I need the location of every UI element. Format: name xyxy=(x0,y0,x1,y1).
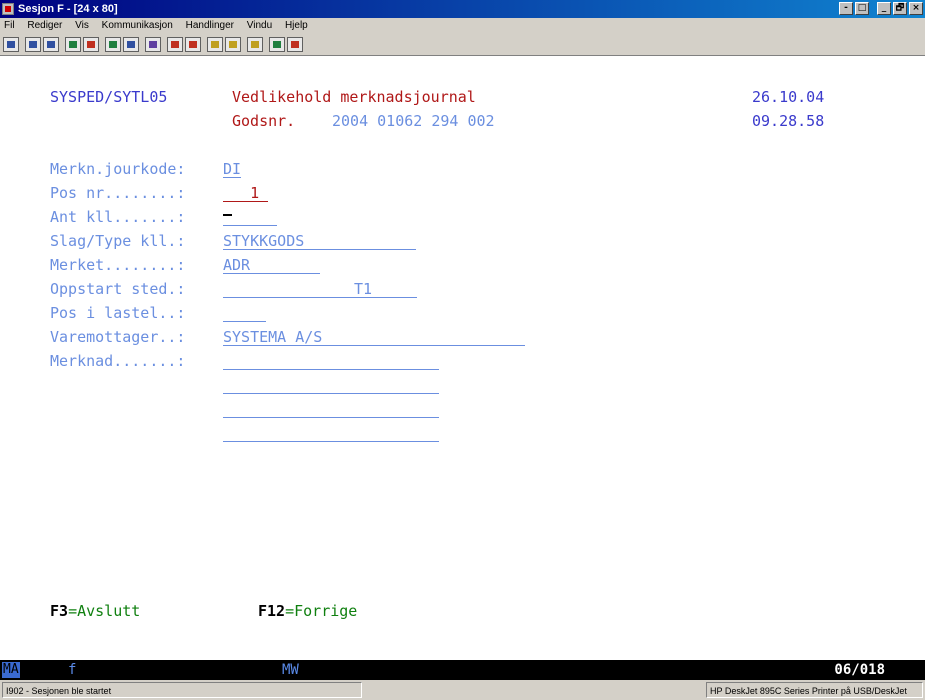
print-screen-icon[interactable] xyxy=(3,37,19,52)
menu-rediger[interactable]: Rediger xyxy=(27,20,62,31)
label-ant-kll: Ant kll.......: xyxy=(50,208,186,226)
play-macro-icon[interactable] xyxy=(207,37,223,52)
f3-key-text: =Avslutt xyxy=(68,602,141,620)
screen-title: Vedlikehold merknadsjournal xyxy=(232,88,476,106)
paste-icon[interactable] xyxy=(43,37,59,52)
toolbar xyxy=(0,34,925,56)
godsnr-label: Godsnr. xyxy=(232,112,296,130)
send-icon[interactable] xyxy=(65,37,81,52)
menu-bar: Fil Rediger Vis Kommunikasjon Handlinger… xyxy=(0,18,925,34)
slag-type-kll-field[interactable]: STYKKGODS xyxy=(223,232,416,250)
program-id: SYSPED/SYTL05 xyxy=(50,88,168,106)
keyboard-icon[interactable] xyxy=(123,37,139,52)
display-icon[interactable] xyxy=(105,37,121,52)
status-indicator: f xyxy=(68,662,77,678)
app-icon[interactable] xyxy=(2,3,14,15)
oppstart-sted-code-field[interactable]: T1 xyxy=(340,280,417,298)
label-merknad: Merknad.......: xyxy=(50,352,186,370)
session-minimize-button[interactable]: - xyxy=(839,2,853,15)
menu-fil[interactable]: Fil xyxy=(4,20,15,31)
title-bar: Sesjon F - [24 x 80] - □ _ 🗗 × xyxy=(0,0,925,18)
record-macro-icon[interactable] xyxy=(167,37,183,52)
menu-hjelp[interactable]: Hjelp xyxy=(285,20,308,31)
receive-icon[interactable] xyxy=(83,37,99,52)
label-slag-type-kll: Slag/Type kll.: xyxy=(50,232,186,250)
f3-exit-key[interactable]: F3=Avslutt xyxy=(50,602,140,620)
merknad-field-2[interactable] xyxy=(223,376,439,394)
f3-key-label: F3 xyxy=(50,602,69,620)
label-pos-nr: Pos nr........: xyxy=(50,184,186,202)
copy-icon[interactable] xyxy=(25,37,41,52)
ant-kll-field[interactable] xyxy=(223,208,277,226)
f12-key-label: F12 xyxy=(258,602,286,620)
status-message: I902 - Sesjonen ble startet xyxy=(2,682,362,698)
label-merket: Merket........: xyxy=(50,256,186,274)
label-varemottager: Varemottager..: xyxy=(50,328,186,346)
oppstart-sted-field[interactable] xyxy=(223,280,340,298)
minimize-button[interactable]: _ xyxy=(877,2,891,15)
window-title: Sesjon F - [24 x 80] xyxy=(18,3,118,15)
printer-status-text: HP DeskJet 895C Series Printer på USB/De… xyxy=(710,686,907,696)
merknad-field-3[interactable] xyxy=(223,400,439,418)
transfer-icon[interactable] xyxy=(225,37,241,52)
menu-kommunikasjon[interactable]: Kommunikasjon xyxy=(102,20,173,31)
menu-vis[interactable]: Vis xyxy=(75,20,89,31)
merkn-jourkode-field[interactable]: DI xyxy=(223,160,241,178)
pos-nr-field[interactable]: 1 xyxy=(223,184,268,202)
stop-macro-icon[interactable] xyxy=(185,37,201,52)
close-button[interactable]: × xyxy=(909,2,923,15)
window-controls: - □ _ 🗗 × xyxy=(839,2,923,15)
printer-status: HP DeskJet 895C Series Printer på USB/De… xyxy=(706,682,923,698)
f12-back-key[interactable]: F12=Forrige xyxy=(258,602,357,620)
f12-key-text: =Forrige xyxy=(285,602,358,620)
date: 26.10.04 xyxy=(752,88,825,106)
status-message-text: I902 - Sesjonen ble startet xyxy=(6,686,112,696)
session-restore-button[interactable]: □ xyxy=(855,2,869,15)
maximize-button[interactable]: 🗗 xyxy=(893,2,907,15)
label-pos-i-lastel: Pos i lastel..: xyxy=(50,304,186,322)
godsnr-value: 2004 01062 294 002 xyxy=(332,112,495,130)
cursor-position: 06/018 xyxy=(834,662,885,678)
menu-handlinger[interactable]: Handlinger xyxy=(186,20,234,31)
merket-field[interactable]: ADR xyxy=(223,256,320,274)
customize-icon[interactable] xyxy=(287,37,303,52)
mw-indicator: MW xyxy=(282,662,299,678)
color-icon[interactable] xyxy=(269,37,285,52)
label-merkn-jourkode: Merkn.jourkode: xyxy=(50,160,186,178)
merknad-field-4[interactable] xyxy=(223,424,439,442)
varemottager-field[interactable]: SYSTEMA A/S xyxy=(223,328,525,346)
menu-vindu[interactable]: Vindu xyxy=(247,20,272,31)
merknad-field-1[interactable] xyxy=(223,352,439,370)
time: 09.28.58 xyxy=(752,112,825,130)
status-bar: I902 - Sesjonen ble startet HP DeskJet 8… xyxy=(0,680,925,700)
label-oppstart-sted: Oppstart sted.: xyxy=(50,280,186,298)
terminal-screen[interactable]: SYSPED/SYTL05 Vedlikehold merknadsjourna… xyxy=(0,56,925,660)
pos-i-lastel-field[interactable] xyxy=(223,304,266,322)
clipboard-icon[interactable] xyxy=(247,37,263,52)
macro-icon[interactable] xyxy=(145,37,161,52)
mode-indicator: MA xyxy=(2,662,20,678)
operator-info-line: MA f MW 06/018 xyxy=(0,660,925,680)
